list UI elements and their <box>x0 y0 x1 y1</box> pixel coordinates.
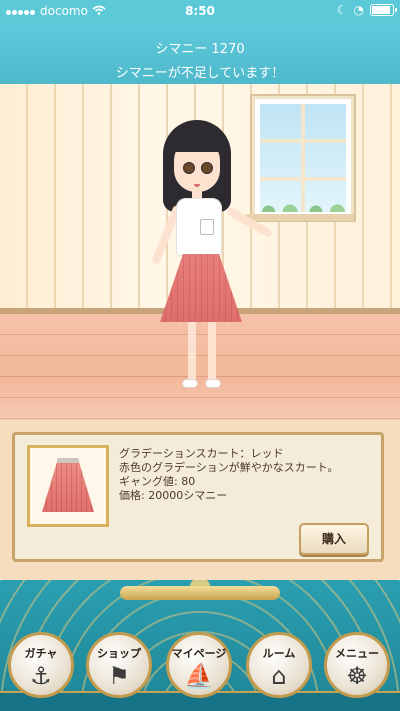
nav-label: マイページ <box>171 647 227 660</box>
avatar-shirt <box>176 198 222 256</box>
item-thumbnail <box>27 445 109 527</box>
ship-icon: ⛵ <box>184 662 214 690</box>
nav-ornament <box>120 586 280 600</box>
avatar-character[interactable] <box>130 114 280 404</box>
pirate-flag-icon: ⚑ <box>108 662 130 690</box>
item-name: グラデーションスカート：レッド <box>119 447 284 460</box>
currency-header: シマニー 1270 シマニーが不足しています！ <box>0 22 400 84</box>
system-icons: ☾ ◔ <box>336 3 397 17</box>
item-panel-area: グラデーションスカート：レッド 赤色のグラデーションが鮮やかなスカート。 ギャン… <box>0 420 400 580</box>
nav-shop-button[interactable]: ショップ ⚑ <box>86 632 152 698</box>
ship-wheel-icon: ☸ <box>346 662 368 690</box>
moon-icon: ☾ <box>336 3 348 17</box>
nav-room-button[interactable]: ルーム ⌂ <box>246 632 312 698</box>
nav-label: メニュー <box>335 647 379 660</box>
anchor-icon: ⚓ <box>30 662 52 690</box>
item-description: 赤色のグラデーションが鮮やかなスカート。 <box>119 461 339 474</box>
battery-icon <box>370 4 397 16</box>
nav-label: ショップ <box>97 647 141 660</box>
currency-balance: シマニー 1270 <box>155 42 245 57</box>
status-bar: docomo 8:50 ☾ ◔ <box>0 0 400 22</box>
nav-label: ガチャ <box>24 647 58 660</box>
castle-icon: ⌂ <box>271 662 287 690</box>
nav-gacha-button[interactable]: ガチャ ⚓ <box>8 632 74 698</box>
bottom-nav: ガチャ ⚓ ショップ ⚑ マイページ ⛵ ルーム ⌂ メニュー ☸ <box>0 580 400 711</box>
item-price: 価格: 20000シマニー <box>119 489 228 502</box>
buy-button[interactable]: 購入 <box>299 523 369 555</box>
room-scene <box>0 84 400 420</box>
item-gyang-value: ギャング値: 80 <box>119 475 196 488</box>
nav-menu-button[interactable]: メニュー ☸ <box>324 632 390 698</box>
orientation-lock-icon: ◔ <box>353 3 364 17</box>
item-info-panel: グラデーションスカート：レッド 赤色のグラデーションが鮮やかなスカート。 ギャン… <box>12 432 384 562</box>
item-details: グラデーションスカート：レッド 赤色のグラデーションが鮮やかなスカート。 ギャン… <box>119 447 339 503</box>
nav-label: ルーム <box>262 647 296 660</box>
insufficient-warning: シマニーが不足しています！ <box>115 66 285 81</box>
nav-mypage-button[interactable]: マイページ ⛵ <box>166 632 232 698</box>
